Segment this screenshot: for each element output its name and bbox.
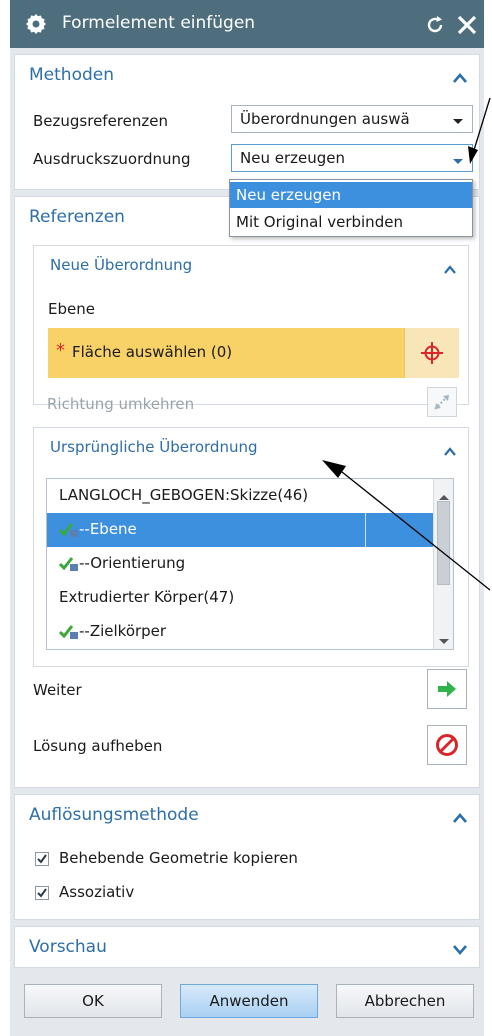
annotation-arrow-line (473, 97, 491, 151)
annotation-arrow-line (341, 471, 491, 591)
annotation-arrowhead (468, 146, 478, 164)
annotation-arrows (322, 97, 491, 591)
annotation-arrowhead (322, 460, 346, 478)
